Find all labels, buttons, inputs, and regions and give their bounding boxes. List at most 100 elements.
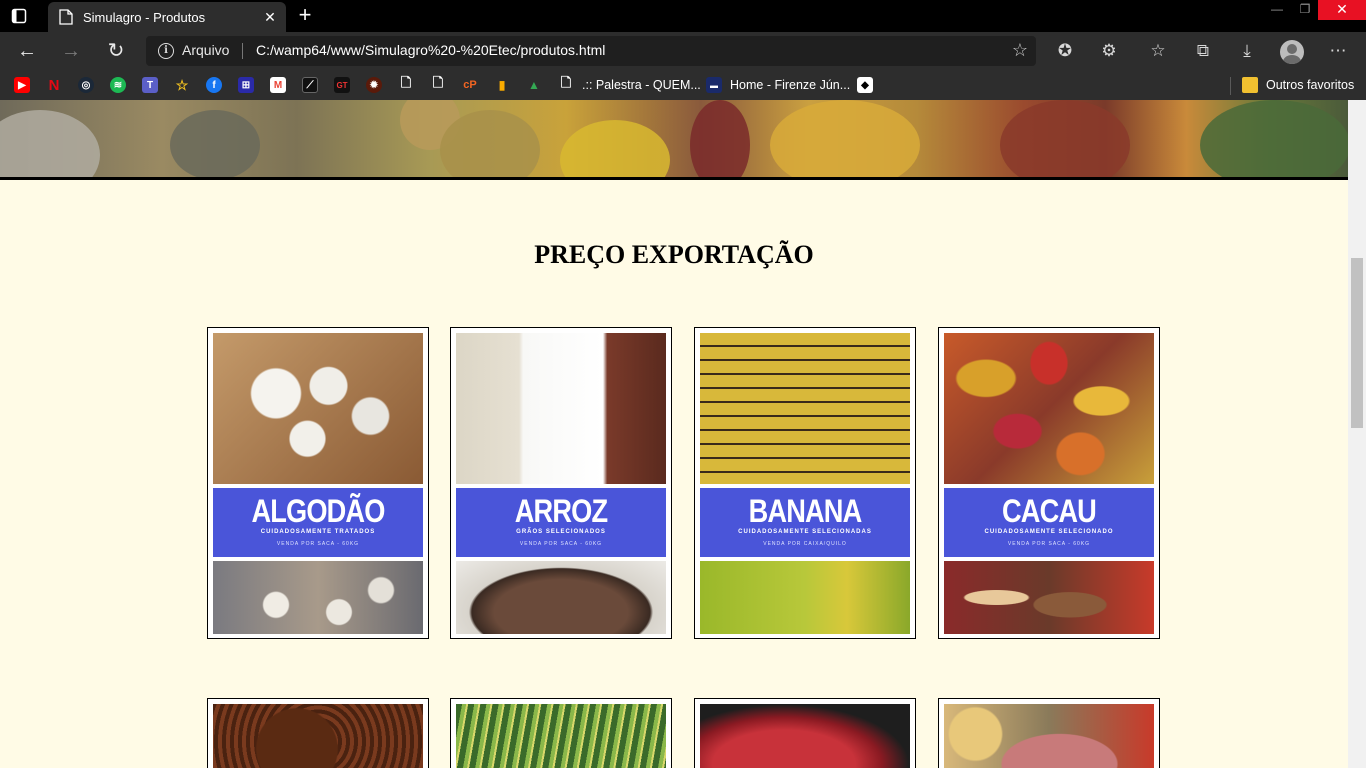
add-favorite-icon[interactable]: ☆ <box>1012 40 1028 61</box>
downloads-icon[interactable]: ⤓ <box>1234 38 1260 64</box>
product-card-algodao[interactable]: ALGODÃO CUIDADOSAMENTE TRATADOS VENDA PO… <box>207 327 429 639</box>
facebook-icon: f <box>206 77 222 93</box>
page-icon: 🗋 <box>432 75 444 90</box>
address-scheme: Arquivo <box>182 42 230 58</box>
bookmark-youtube[interactable]: ▶ <box>14 76 30 94</box>
more-options-icon[interactable]: ⋯ <box>1325 38 1351 64</box>
bookmarks-bar: ▶ N ◎ ≋ T ☆ f ⊞ M ⟋ GT ✹ 🗋 🗋 cP ▮ ▲ 🗋 .:… <box>0 70 1366 100</box>
address-url[interactable]: C:/wamp64/www/Simulagro%20-%20Etec/produ… <box>256 42 605 58</box>
title-bar: Simulagro - Produtos ✕ + — ❐ ✕ <box>0 0 1366 32</box>
page-icon: 🗋 <box>400 75 412 90</box>
favorites-icon[interactable]: ☆ <box>1145 38 1171 64</box>
other-favorites-folder[interactable]: Outros favoritos <box>1242 76 1354 94</box>
browser-tab[interactable]: Simulagro - Produtos ✕ <box>48 2 286 32</box>
tab-title: Simulagro - Produtos <box>83 9 206 25</box>
product-card-cacau[interactable]: CACAU CUIDADOSAMENTE SELECIONADO VENDA P… <box>938 327 1160 639</box>
bookmark-spotify[interactable]: ≋ <box>110 76 126 94</box>
scrollbar-thumb[interactable] <box>1351 258 1363 428</box>
new-tab-button[interactable]: + <box>293 4 317 28</box>
bookmark-app[interactable]: ✹ <box>366 76 382 94</box>
product-card-carne[interactable] <box>694 698 916 768</box>
folder-icon <box>1242 77 1258 93</box>
hero-border <box>0 177 1348 180</box>
product-photo <box>213 704 423 768</box>
page-viewport: PREÇO EXPORTAÇÃO ALGODÃO CUIDADOSAMENTE … <box>0 100 1348 768</box>
site-icon: ▬ <box>706 77 722 93</box>
product-banner: BANANA CUIDADOSAMENTE SELECIONADAS VENDA… <box>700 488 910 557</box>
product-photo <box>456 704 666 768</box>
minimize-button[interactable]: — <box>1262 0 1292 20</box>
bookmark-app[interactable]: ⊞ <box>238 76 254 94</box>
extensions-icon[interactable]: ⚙ <box>1096 38 1122 64</box>
product-photo <box>700 561 910 634</box>
bookmark-label: .:: Palestra - QUEM... <box>582 78 701 92</box>
product-photo <box>213 561 423 634</box>
star-icon: ☆ <box>175 76 189 93</box>
bookmark-star[interactable]: ☆ <box>174 76 190 94</box>
product-name: ARROZ <box>514 493 608 529</box>
app-icon: ⊞ <box>238 77 254 93</box>
forward-button[interactable]: → <box>58 38 84 64</box>
collections-icon[interactable]: ⧉ <box>1190 38 1216 64</box>
app-icon: cP <box>463 79 477 91</box>
product-card-frango[interactable] <box>938 698 1160 768</box>
product-banner: CACAU CUIDADOSAMENTE SELECIONADO VENDA P… <box>944 488 1154 557</box>
bookmark-facebook[interactable]: f <box>206 76 222 94</box>
netflix-icon: N <box>48 76 60 94</box>
close-tab-icon[interactable]: ✕ <box>260 9 280 26</box>
product-photo <box>944 704 1154 768</box>
bookmark-app[interactable]: ◆ <box>857 76 873 94</box>
product-name: CACAU <box>1002 493 1097 529</box>
product-banner: ALGODÃO CUIDADOSAMENTE TRATADOS VENDA PO… <box>213 488 423 557</box>
product-photo <box>944 333 1154 484</box>
product-unit: VENDA POR SACA - 60KG <box>519 541 603 547</box>
bookmark-app[interactable]: GT <box>334 76 350 94</box>
bookmark-netflix[interactable]: N <box>46 76 62 94</box>
spotify-icon: ≋ <box>110 77 126 93</box>
product-name: ALGODÃO <box>251 493 385 529</box>
maximize-button[interactable]: ❐ <box>1290 0 1320 20</box>
product-subtitle: CUIDADOSAMENTE SELECIONADO <box>984 529 1114 535</box>
bookmark-palestra[interactable]: 🗋 .:: Palestra - QUEM... <box>558 75 701 94</box>
product-card-cafe[interactable] <box>207 698 429 768</box>
product-subtitle: GRÃOS SELECIONADOS <box>516 529 606 535</box>
analytics-icon: ▮ <box>498 78 506 92</box>
page-scrollbar[interactable] <box>1348 100 1366 768</box>
product-photo <box>213 333 423 484</box>
bookmark-app[interactable]: ⟋ <box>302 76 318 94</box>
product-card-cana[interactable] <box>450 698 672 768</box>
product-photo <box>700 704 910 768</box>
app-icon: GT <box>334 77 350 93</box>
product-subtitle: CUIDADOSAMENTE TRATADOS <box>260 529 376 535</box>
bookmark-gmail[interactable]: M <box>270 76 286 94</box>
bookmarks-divider <box>1230 77 1231 95</box>
product-photo <box>700 333 910 484</box>
refresh-button[interactable]: ↻ <box>103 38 129 64</box>
tab-actions-icon[interactable] <box>10 7 28 25</box>
product-subtitle: CUIDADOSAMENTE SELECIONADAS <box>738 529 872 535</box>
app-icon: ✹ <box>366 77 382 93</box>
page-icon: 🗋 <box>560 75 572 90</box>
info-icon[interactable]: i <box>158 43 174 59</box>
close-window-button[interactable]: ✕ <box>1318 0 1366 20</box>
product-photo <box>456 561 666 634</box>
product-card-banana[interactable]: BANANA CUIDADOSAMENTE SELECIONADAS VENDA… <box>694 327 916 639</box>
gmail-icon: M <box>270 77 286 93</box>
profile-avatar[interactable] <box>1280 40 1304 64</box>
bookmark-teams[interactable]: T <box>142 76 158 94</box>
product-photo <box>944 561 1154 634</box>
bookmark-page[interactable]: 🗋 <box>430 75 446 94</box>
back-button[interactable]: ← <box>14 38 40 64</box>
app-icon: ⟋ <box>302 77 318 93</box>
address-bar[interactable]: i Arquivo C:/wamp64/www/Simulagro%20-%20… <box>146 36 1036 66</box>
collections-star-icon[interactable]: ✪ <box>1052 38 1078 64</box>
bookmark-firenze[interactable]: ▬ Home - Firenze Jún... <box>706 76 850 94</box>
product-photo <box>456 333 666 484</box>
product-banner: ARROZ GRÃOS SELECIONADOS VENDA POR SACA … <box>456 488 666 557</box>
bookmark-drive[interactable]: ▲ <box>526 76 542 94</box>
bookmark-analytics[interactable]: ▮ <box>494 76 510 94</box>
bookmark-steam[interactable]: ◎ <box>78 76 94 94</box>
product-card-arroz[interactable]: ARROZ GRÃOS SELECIONADOS VENDA POR SACA … <box>450 327 672 639</box>
bookmark-page[interactable]: 🗋 <box>398 75 414 94</box>
bookmark-app[interactable]: cP <box>462 76 478 94</box>
